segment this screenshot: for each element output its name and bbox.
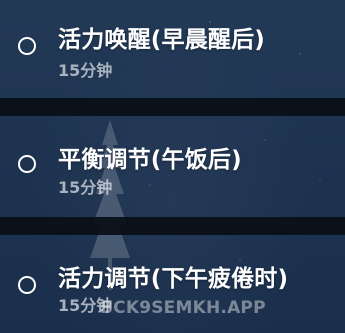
item-title: 平衡调节(午饭后) <box>58 147 242 173</box>
item-title: 活力调节(下午疲倦时) <box>58 266 289 292</box>
list-item-balance-after-lunch[interactable]: 平衡调节(午饭后) 15分钟 <box>0 116 345 208</box>
list-separator <box>0 98 345 116</box>
list-separator <box>0 217 345 235</box>
item-duration: 15分钟 <box>58 61 113 80</box>
item-duration: 15分钟 <box>58 178 113 197</box>
watermark: BCK9SEMKH.APP <box>100 298 266 318</box>
item-title: 活力唤醒(早晨醒后) <box>58 27 266 53</box>
radio-icon[interactable] <box>18 155 36 173</box>
list-item-energy-wake[interactable]: 活力唤醒(早晨醒后) 15分钟 <box>0 6 345 98</box>
radio-icon[interactable] <box>18 37 36 55</box>
radio-icon[interactable] <box>18 276 36 294</box>
